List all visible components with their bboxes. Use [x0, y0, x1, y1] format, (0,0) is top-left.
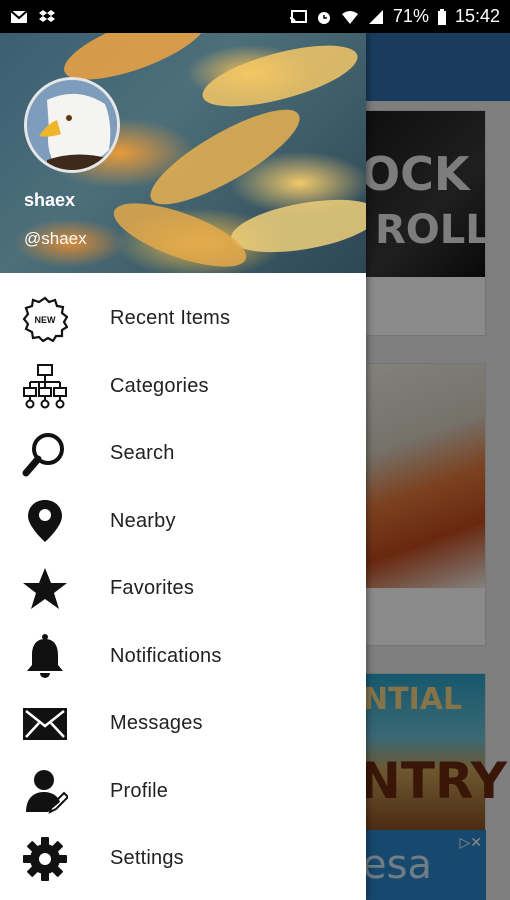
search-icon	[22, 431, 68, 477]
eagle-avatar-image	[27, 80, 117, 170]
menu-item-label: Profile	[110, 779, 169, 802]
gear-icon	[22, 836, 68, 882]
navigation-drawer: shaex @shaex NEW Recent Items Categories…	[0, 33, 366, 900]
alarm-icon	[317, 11, 330, 24]
menu-item-label: Categories	[110, 374, 209, 397]
new-badge-icon: NEW	[22, 296, 68, 342]
star-icon	[22, 566, 68, 612]
menu-item-label: Notifications	[110, 644, 222, 667]
gmail-icon	[10, 9, 28, 23]
menu-item-profile[interactable]: Profile	[0, 758, 366, 826]
cast-icon	[289, 9, 307, 23]
menu-item-categories[interactable]: Categories	[0, 353, 366, 421]
drawer-header: shaex @shaex	[0, 33, 366, 273]
new-badge-text: NEW	[35, 315, 57, 325]
menu-item-settings[interactable]: Settings	[0, 825, 366, 893]
battery-percent: 71%	[392, 6, 429, 26]
menu-item-label: Settings	[110, 847, 184, 870]
menu-item-search[interactable]: Search	[0, 420, 366, 488]
avatar[interactable]	[24, 77, 120, 173]
menu-item-label: Search	[110, 442, 175, 465]
sitemap-icon	[22, 363, 68, 409]
menu-item-label: Nearby	[110, 509, 176, 532]
menu-item-recent-items[interactable]: NEW Recent Items	[0, 285, 366, 353]
header-background-petal	[196, 33, 364, 119]
status-bar: 71% 15:42	[0, 0, 510, 33]
signal-icon	[368, 9, 383, 24]
bell-icon	[22, 633, 68, 679]
user-handle: @shaex	[24, 229, 87, 248]
map-pin-icon	[22, 498, 68, 544]
wifi-icon	[341, 10, 358, 24]
menu-item-notifications[interactable]: Notifications	[0, 623, 366, 691]
menu-item-label: Favorites	[110, 577, 195, 600]
dropbox-icon	[39, 9, 55, 22]
menu-item-nearby[interactable]: Nearby	[0, 488, 366, 556]
drawer-menu: NEW Recent Items Categories Search Nearb…	[0, 285, 366, 893]
user-name: shaex	[24, 190, 76, 210]
menu-item-label: Messages	[110, 712, 203, 735]
menu-item-messages[interactable]: Messages	[0, 690, 366, 758]
user-edit-icon	[22, 768, 68, 815]
menu-item-favorites[interactable]: Favorites	[0, 555, 366, 623]
header-background-petal	[227, 190, 366, 262]
header-background-petal	[139, 93, 311, 221]
menu-item-label: Recent Items	[110, 307, 231, 330]
battery-icon	[437, 8, 446, 25]
envelope-icon	[22, 701, 68, 747]
clock: 15:42	[454, 6, 500, 26]
header-background-petal	[106, 190, 254, 273]
